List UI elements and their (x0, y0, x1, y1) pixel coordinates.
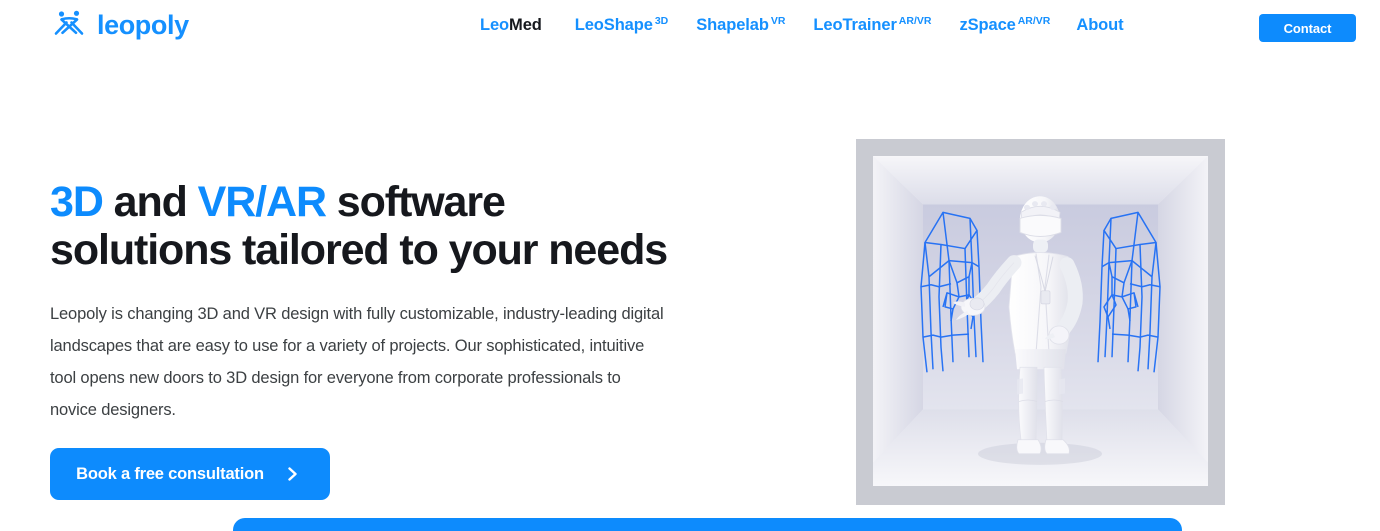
nav-item-zspace[interactable]: zSpace AR/VR (959, 14, 1050, 36)
nav-label-prefix: LeoShape (574, 16, 653, 34)
headline-accent-vrar: VR/AR (197, 178, 327, 226)
leopoly-logo-icon (52, 7, 88, 43)
nav-label-prefix: About (1076, 16, 1124, 34)
cta-label: Book a free consultation (76, 464, 264, 483)
nav-label-suffix: Med (509, 16, 542, 34)
nav-item-shapelab[interactable]: Shapelab VR (696, 14, 785, 36)
brand-logo-link[interactable]: leopoly (52, 7, 189, 43)
nav-label-superscript: AR/VR (898, 14, 932, 27)
hero-text-block: 3D and VR/AR software solutions tailored… (50, 178, 730, 500)
hero-image-frame (856, 139, 1225, 505)
nav-label-prefix: Leo (480, 16, 510, 34)
headline-accent-3d: 3D (50, 178, 104, 226)
nav-label-superscript: 3D (654, 14, 669, 27)
nav-label-prefix: Shapelab (696, 16, 769, 34)
headline-plain-and: and (102, 178, 198, 226)
headline-plain-software: software (325, 178, 506, 226)
nav-label-prefix: LeoTrainer (813, 16, 897, 34)
page-title: 3D and VR/AR software solutions tailored… (50, 178, 730, 274)
nav-label-prefix: zSpace (959, 16, 1016, 34)
headline-line-two: solutions tailored to your needs (50, 226, 668, 274)
nav-item-leomed[interactable]: LeoMed (480, 14, 542, 36)
nav-item-leoshape[interactable]: LeoShape 3D (575, 14, 669, 36)
book-consultation-button[interactable]: Book a free consultation (50, 448, 330, 500)
hero-paragraph: Leopoly is changing 3D and VR design wit… (50, 305, 664, 419)
nav-item-leotrainer[interactable]: LeoTrainer AR/VR (813, 14, 931, 36)
nav-label-superscript: VR (770, 14, 786, 27)
hero-image (873, 156, 1208, 486)
brand-name: leopoly (97, 9, 189, 40)
bottom-blue-banner[interactable] (233, 518, 1182, 531)
chevron-right-icon (286, 467, 300, 481)
landing-page: leopoly LeoMed LeoShape 3D Shapelab VR Leo… (0, 0, 1380, 531)
main-navigation: LeoMed LeoShape 3D Shapelab VR LeoTrainer A… (480, 14, 1124, 44)
nav-label-superscript: AR/VR (1017, 14, 1051, 27)
nav-item-about[interactable]: About (1076, 14, 1123, 36)
contact-button[interactable]: Contact (1259, 14, 1356, 42)
site-header: leopoly LeoMed LeoShape 3D Shapelab VR Leo… (0, 0, 1380, 56)
